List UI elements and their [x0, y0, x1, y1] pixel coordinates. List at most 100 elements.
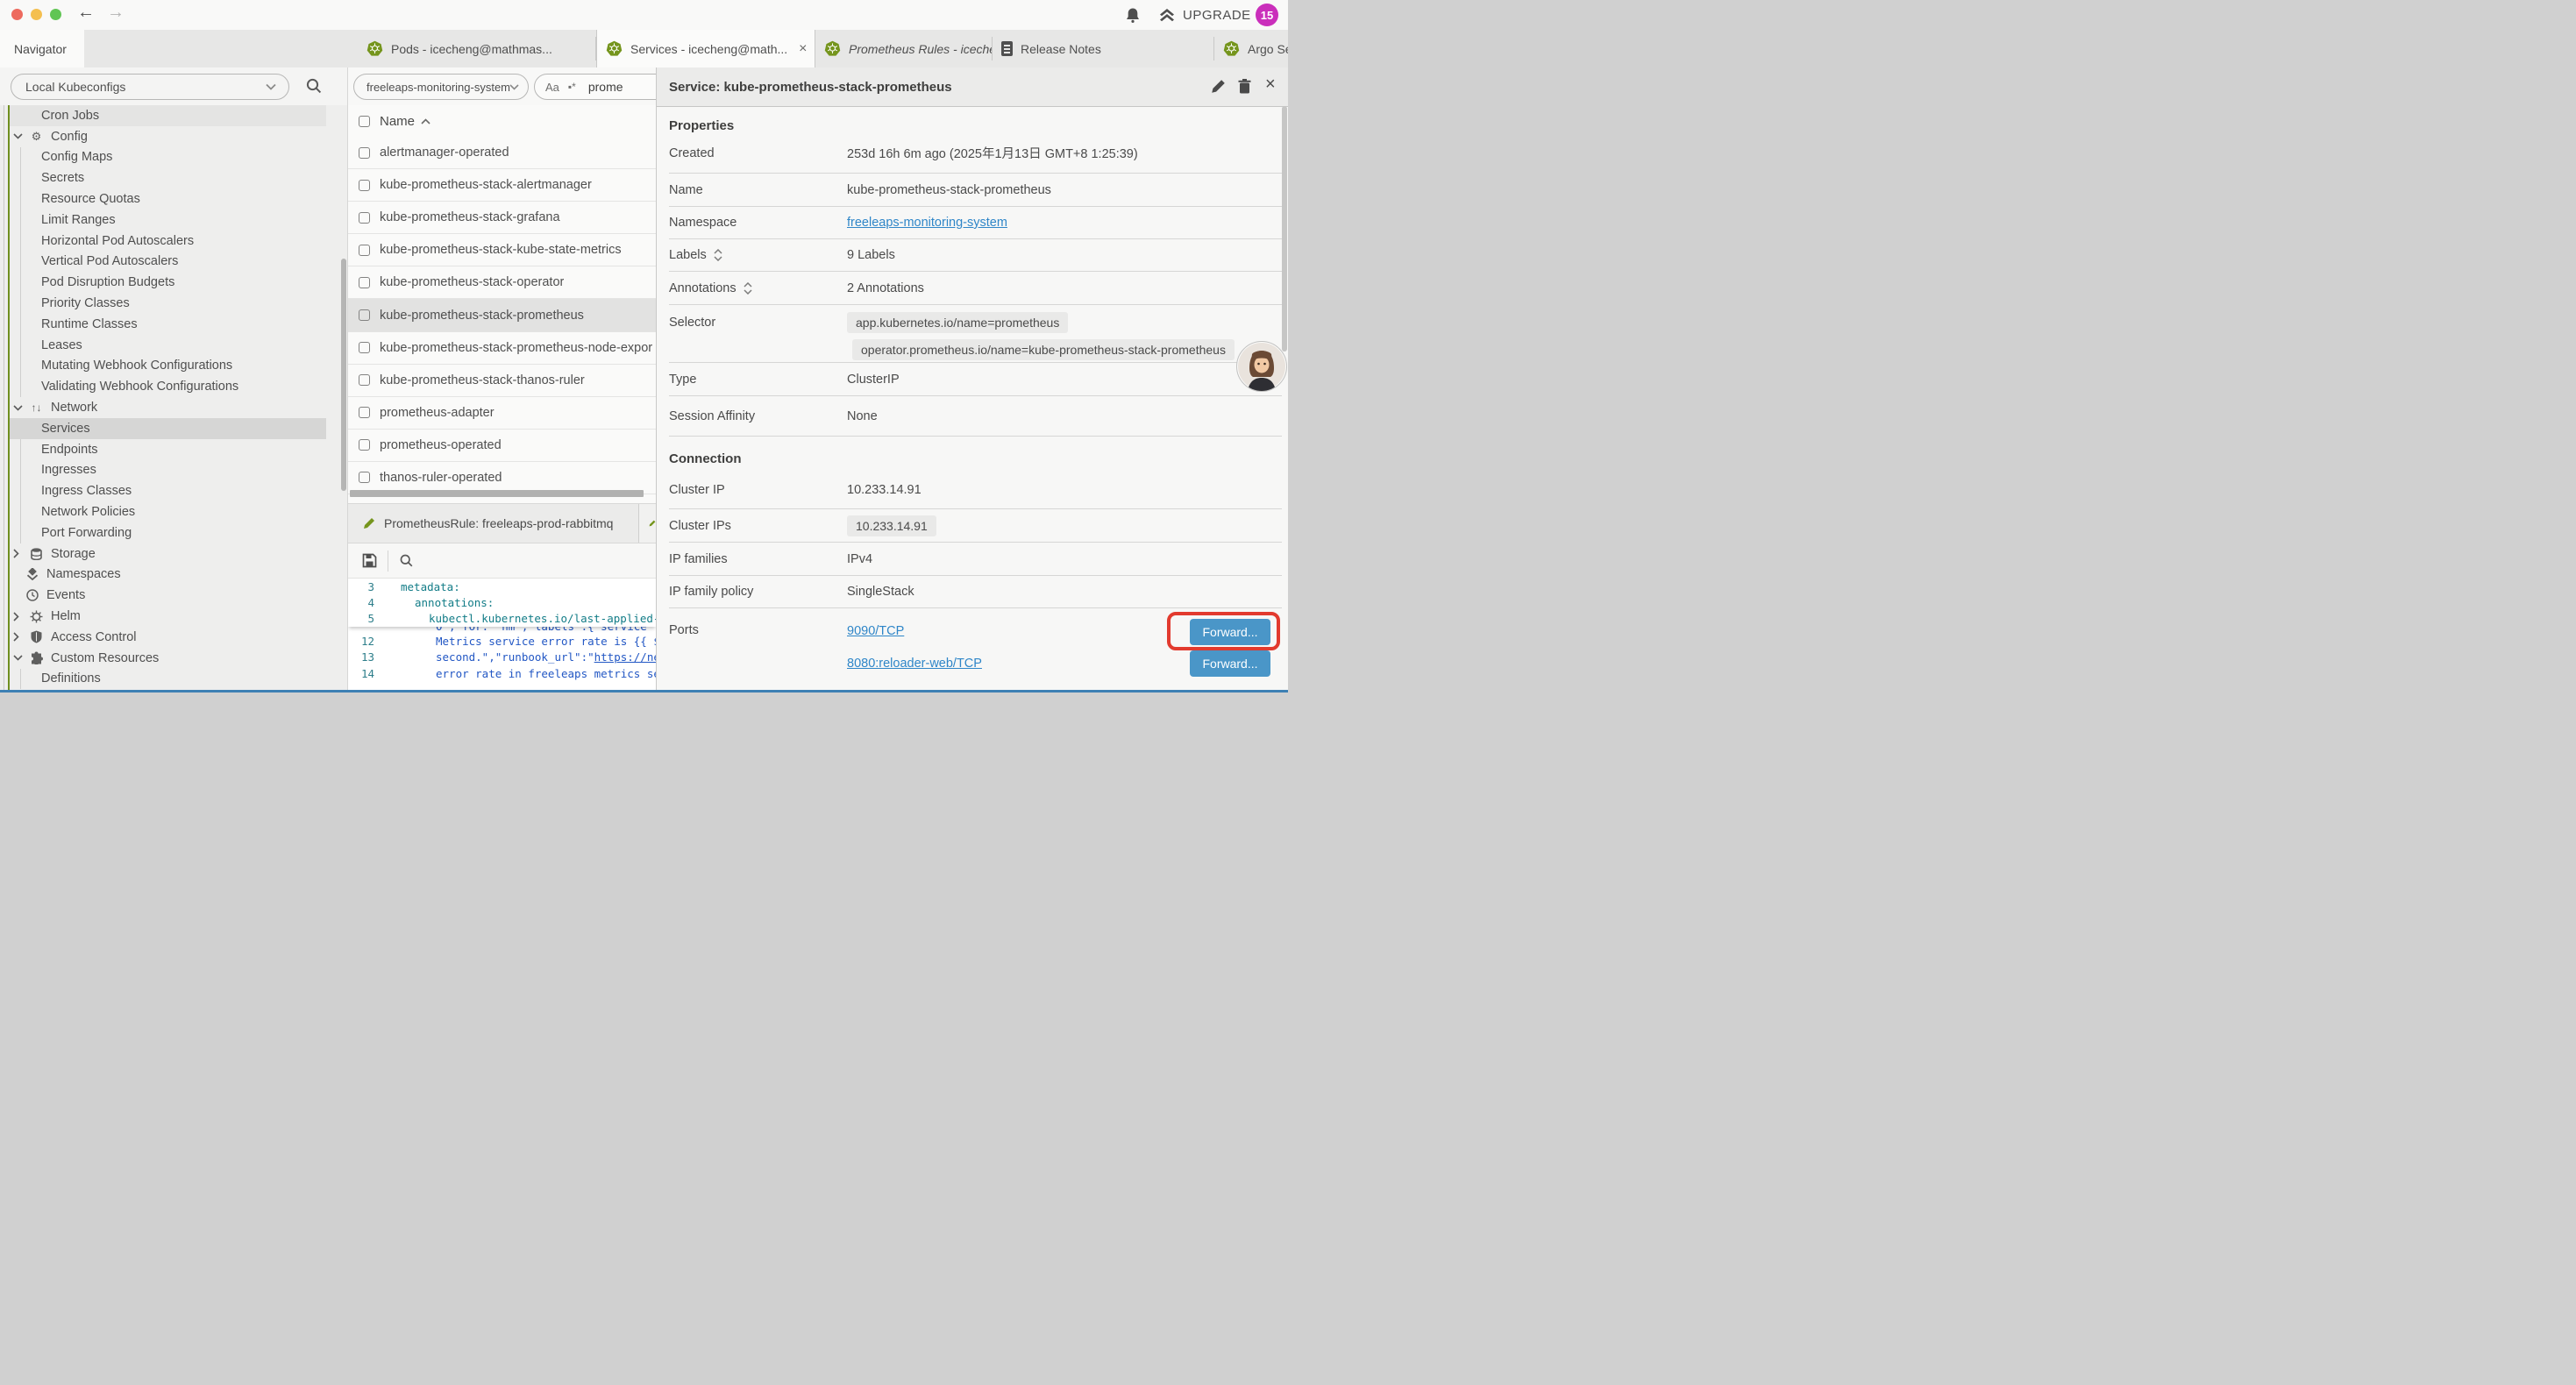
- sort-ascending-icon[interactable]: [421, 118, 431, 124]
- user-avatar[interactable]: [1236, 341, 1287, 392]
- table-row[interactable]: kube-prometheus-stack-kube-state-metrics: [348, 234, 656, 266]
- delete-trash-icon[interactable]: [1238, 79, 1251, 94]
- row-checkbox[interactable]: [359, 374, 370, 386]
- annotations-value[interactable]: 2 Annotations: [847, 281, 924, 295]
- case-sensitive-icon[interactable]: Aa: [545, 81, 559, 94]
- forward-port-button[interactable]: Forward...: [1190, 619, 1270, 645]
- sidebar-item-leases[interactable]: Leases: [0, 335, 347, 356]
- editor-tab-partial[interactable]: [640, 504, 656, 543]
- notification-count-badge[interactable]: 15: [1256, 4, 1278, 26]
- chevron-right-icon[interactable]: [13, 632, 25, 642]
- row-checkbox[interactable]: [359, 180, 370, 191]
- sidebar-item-runtime-classes[interactable]: Runtime Classes: [0, 314, 347, 335]
- table-row[interactable]: kube-prometheus-stack-operator: [348, 266, 656, 299]
- row-checkbox[interactable]: [359, 472, 370, 483]
- chevron-down-icon[interactable]: [13, 405, 25, 411]
- macos-close-button[interactable]: [11, 9, 23, 20]
- editor-tab-prometheusrule[interactable]: PrometheusRule: freeleaps-prod-rabbitmq: [348, 504, 639, 543]
- sidebar-item-pod-disruption-budgets[interactable]: Pod Disruption Budgets: [0, 272, 347, 293]
- macos-minimize-button[interactable]: [31, 9, 42, 20]
- code-link[interactable]: https://net: [594, 650, 656, 664]
- row-checkbox[interactable]: [359, 212, 370, 224]
- table-row-selected[interactable]: kube-prometheus-stack-prometheus: [348, 299, 656, 331]
- navigator-panel-tab[interactable]: Navigator: [0, 30, 84, 67]
- table-row[interactable]: kube-prometheus-stack-grafana: [348, 202, 656, 234]
- unfold-icon[interactable]: [744, 282, 752, 295]
- sidebar-item-ingresses[interactable]: Ingresses: [0, 460, 347, 481]
- sidebar-item-vertical-pod-autoscalers[interactable]: Vertical Pod Autoscalers: [0, 252, 347, 273]
- chevron-down-icon[interactable]: [13, 133, 25, 139]
- chevron-down-icon[interactable]: [13, 655, 25, 661]
- tab-services[interactable]: Services - icecheng@math... ×: [596, 30, 815, 67]
- notifications-bell-icon[interactable]: [1125, 7, 1141, 24]
- macos-zoom-button[interactable]: [50, 9, 61, 20]
- table-row[interactable]: prometheus-operated: [348, 430, 656, 462]
- editor-search-icon[interactable]: [399, 553, 414, 568]
- sidebar-item-cron-jobs[interactable]: Cron Jobs: [0, 105, 347, 126]
- sidebar-item-secrets[interactable]: Secrets: [0, 167, 347, 188]
- close-icon[interactable]: ×: [799, 41, 807, 57]
- row-checkbox[interactable]: [359, 309, 370, 321]
- tab-pods[interactable]: Pods - icecheng@mathmas...: [358, 30, 596, 67]
- sidebar-item-access-control[interactable]: Access Control: [0, 627, 347, 648]
- chevron-right-icon[interactable]: [13, 549, 25, 558]
- sidebar-item-endpoints[interactable]: Endpoints: [0, 439, 347, 460]
- sidebar-item-storage[interactable]: Storage: [0, 543, 347, 565]
- save-icon[interactable]: [362, 553, 377, 568]
- list-search-input[interactable]: Aa ▪* prome: [534, 74, 656, 100]
- sidebar-item-port-forwarding[interactable]: Port Forwarding: [0, 522, 347, 543]
- unfold-icon[interactable]: [714, 249, 722, 261]
- sidebar-item-horizontal-pod-autoscalers[interactable]: Horizontal Pod Autoscalers: [0, 231, 347, 252]
- yaml-editor[interactable]: 3metadata: 4annotations: 5kubectl.kubern…: [348, 579, 656, 690]
- table-row[interactable]: prometheus-adapter: [348, 397, 656, 430]
- name-column-header[interactable]: Name: [380, 114, 415, 129]
- upgrade-button[interactable]: UPGRADE: [1157, 6, 1251, 24]
- sidebar-item-limit-ranges[interactable]: Limit Ranges: [0, 210, 347, 231]
- sidebar-item-definitions[interactable]: Definitions: [0, 669, 347, 690]
- table-row[interactable]: alertmanager-operated: [348, 137, 656, 169]
- sidebar-item-services[interactable]: Services: [0, 418, 347, 439]
- sidebar-item-events[interactable]: Events: [0, 585, 347, 606]
- sidebar-item-ingress-classes[interactable]: Ingress Classes: [0, 480, 347, 501]
- sidebar-item-mutating-webhook-configurations[interactable]: Mutating Webhook Configurations: [0, 356, 347, 377]
- sidebar-item-resource-quotas[interactable]: Resource Quotas: [0, 188, 347, 210]
- tab-argo[interactable]: Argo Se: [1214, 30, 1288, 67]
- table-row[interactable]: kube-prometheus-stack-alertmanager: [348, 169, 656, 202]
- row-checkbox[interactable]: [359, 147, 370, 159]
- search-icon[interactable]: [305, 77, 323, 95]
- chevron-right-icon[interactable]: [13, 612, 25, 621]
- table-row[interactable]: kube-prometheus-stack-thanos-ruler: [348, 365, 656, 397]
- port-link-9090[interactable]: 9090/TCP: [847, 624, 904, 638]
- forward-arrow-icon[interactable]: →: [107, 3, 125, 23]
- sidebar-item-config[interactable]: ⚙ Config: [0, 126, 347, 147]
- port-link-8080[interactable]: 8080:reloader-web/TCP: [847, 657, 982, 671]
- namespace-selector[interactable]: freeleaps-monitoring-system: [353, 74, 529, 100]
- back-arrow-icon[interactable]: ←: [77, 3, 95, 23]
- tab-prometheus-rules[interactable]: Prometheus Rules - icecheng...: [815, 30, 993, 67]
- sidebar-item-config-maps[interactable]: Config Maps: [0, 147, 347, 168]
- kubeconfig-selector[interactable]: Local Kubeconfigs: [11, 74, 289, 100]
- sidebar-item-validating-webhook-configurations[interactable]: Validating Webhook Configurations: [0, 376, 347, 397]
- row-checkbox[interactable]: [359, 407, 370, 418]
- tab-release-notes[interactable]: Release Notes: [993, 30, 1214, 67]
- sidebar-item-priority-classes[interactable]: Priority Classes: [0, 293, 347, 314]
- sidebar-item-namespaces[interactable]: Namespaces: [0, 565, 347, 586]
- sidebar-item-network-policies[interactable]: Network Policies: [0, 501, 347, 522]
- horizontal-scrollbar[interactable]: [350, 490, 644, 497]
- row-checkbox[interactable]: [359, 277, 370, 288]
- labels-value[interactable]: 9 Labels: [847, 248, 895, 262]
- forward-port-button[interactable]: Forward...: [1190, 650, 1270, 677]
- regex-icon[interactable]: ▪*: [568, 81, 576, 93]
- close-icon[interactable]: ×: [1265, 75, 1276, 95]
- namespace-link[interactable]: freeleaps-monitoring-system: [847, 216, 1007, 230]
- sidebar-item-helm[interactable]: Helm: [0, 606, 347, 627]
- row-checkbox[interactable]: [359, 439, 370, 451]
- table-row[interactable]: kube-prometheus-stack-prometheus-node-ex…: [348, 332, 656, 365]
- row-checkbox[interactable]: [359, 245, 370, 256]
- sidebar-item-custom-resources[interactable]: Custom Resources: [0, 648, 347, 669]
- row-checkbox[interactable]: [359, 342, 370, 353]
- sidebar-item-network[interactable]: ↑↓ Network: [0, 397, 347, 418]
- detail-scrollbar[interactable]: [1282, 106, 1287, 352]
- select-all-checkbox[interactable]: [359, 116, 370, 127]
- navigator-scrollbar[interactable]: [341, 259, 346, 491]
